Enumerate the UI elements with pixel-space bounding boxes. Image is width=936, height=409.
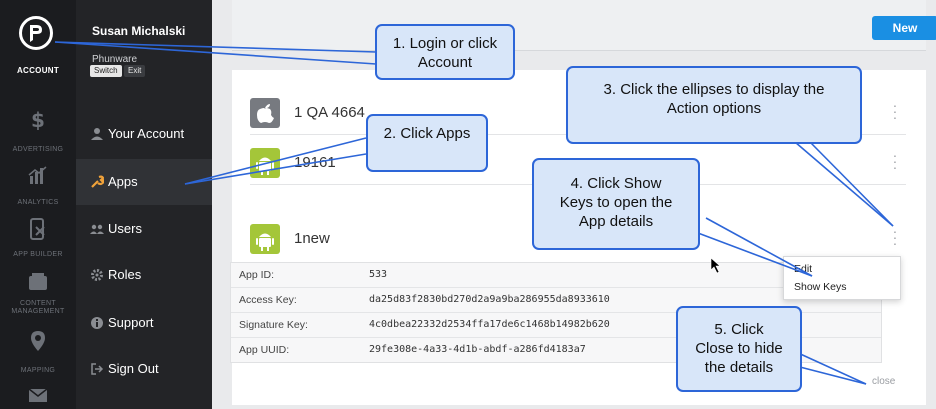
app-name[interactable]: 1 QA 4664	[294, 104, 365, 121]
nav-apps-label: Apps	[108, 174, 138, 189]
rail-analytics-label[interactable]: ANALYTICS	[0, 199, 76, 206]
nav-users[interactable]: Users	[76, 206, 212, 252]
android-icon	[250, 224, 280, 254]
android-icon	[250, 148, 280, 178]
callout-login-text: 1. Login or click Account	[392, 35, 498, 71]
rail-app-builder-label[interactable]: APP BUILDER	[0, 251, 76, 258]
bar-chart-icon[interactable]	[27, 164, 49, 186]
ellipsis-icon[interactable]: · · ·	[892, 148, 898, 174]
toolbar: New	[232, 0, 936, 51]
callout-apps-text: 2. Click Apps	[383, 125, 471, 142]
new-app-button[interactable]: New	[872, 16, 936, 40]
detail-label: Access Key:	[239, 294, 297, 306]
app-name[interactable]: 19161	[294, 154, 336, 171]
nav-your-account[interactable]: Your Account	[76, 111, 212, 157]
wrench-icon	[91, 175, 104, 188]
user-icon	[91, 128, 103, 140]
inbox-icon[interactable]	[27, 270, 49, 292]
callout-show-keys: 4. Click Show Keys to open the App detai…	[532, 158, 700, 250]
exit-button[interactable]: Exit	[124, 65, 146, 77]
apple-icon	[250, 98, 280, 128]
detail-value: 4c0dbea22332d2534ffa17de6c1468b14982b620	[369, 319, 610, 330]
detail-label: App ID:	[239, 269, 275, 281]
map-pin-icon[interactable]	[27, 330, 49, 352]
ellipsis-icon[interactable]: · · ·	[892, 224, 898, 250]
user-name: Susan Michalski	[92, 24, 186, 38]
app-name[interactable]: 1new	[294, 230, 330, 247]
detail-label: App UUID:	[239, 344, 290, 356]
callout-close: 5. Click Close to hide the details	[676, 306, 802, 392]
phone-tool-icon[interactable]	[27, 218, 49, 240]
callout-ellipses-text: 3. Click the ellipses to display the Act…	[603, 81, 825, 117]
close-details-link[interactable]: close	[872, 376, 895, 387]
nav-sign-out-label: Sign Out	[108, 361, 159, 376]
menu-item-show-keys[interactable]: Show Keys	[794, 281, 847, 293]
nav-sign-out[interactable]: Sign Out	[76, 346, 212, 392]
detail-value: 533	[369, 269, 388, 280]
nav-support-label: Support	[108, 315, 154, 330]
nav-your-account-label: Your Account	[108, 126, 185, 141]
dollar-icon[interactable]: $	[27, 108, 49, 130]
account-panel: Susan Michalski Phunware Switch Exit You…	[76, 0, 212, 409]
detail-value: da25d83f2830bd270d2a9a9ba286955da8933610	[369, 294, 610, 305]
callout-show-keys-text: 4. Click Show Keys to open the App detai…	[559, 175, 673, 230]
sign-out-icon	[91, 363, 104, 375]
cog-icon	[91, 269, 103, 281]
menu-item-edit[interactable]: Edit	[794, 263, 812, 275]
phunware-logo-icon[interactable]	[19, 16, 53, 50]
detail-value: 29fe308e-4a33-4d1b-abdf-a286fd4183a7	[369, 344, 586, 355]
nav-users-label: Users	[108, 221, 142, 236]
nav-roles-label: Roles	[108, 267, 142, 282]
info-icon	[91, 317, 103, 329]
company-name: Phunware	[92, 54, 138, 65]
callout-ellipses: 3. Click the ellipses to display the Act…	[566, 66, 862, 144]
callout-close-text: 5. Click Close to hide the details	[695, 321, 783, 376]
detail-label: Signature Key:	[239, 319, 308, 331]
nav-support[interactable]: Support	[76, 300, 212, 346]
callout-login: 1. Login or click Account	[375, 24, 515, 80]
rail-account-label[interactable]: ACCOUNT	[0, 66, 76, 75]
product-rail: ACCOUNT $ ADVERTISING ANALYTICS APP BUIL…	[0, 0, 76, 409]
ellipsis-icon[interactable]: · · ·	[892, 98, 898, 124]
callout-apps: 2. Click Apps	[366, 114, 488, 172]
rail-advertising-label[interactable]: ADVERTISING	[0, 146, 76, 153]
nav-apps[interactable]: Apps	[76, 159, 212, 205]
envelope-icon[interactable]	[27, 384, 49, 406]
rail-mapping-label[interactable]: MAPPING	[0, 367, 76, 374]
action-menu: Edit Show Keys	[783, 256, 901, 300]
switch-button[interactable]: Switch	[90, 65, 122, 77]
users-icon	[90, 224, 104, 234]
nav-roles[interactable]: Roles	[76, 252, 212, 298]
rail-content-management-label[interactable]: CONTENT MANAGEMENT	[0, 300, 76, 316]
svg-text:$: $	[31, 108, 45, 130]
